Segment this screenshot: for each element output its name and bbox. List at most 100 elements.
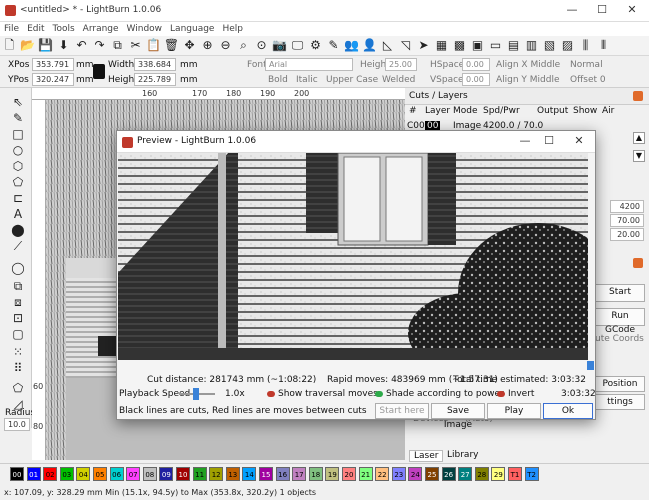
hspace-input[interactable]: 0.00 [462, 58, 490, 71]
pen-icon[interactable]: ✎ [10, 110, 26, 126]
array-icon[interactable]: ⁙ [10, 344, 26, 360]
align-y-select[interactable]: Align Y Middle [496, 75, 560, 85]
height-input[interactable]: 225.789 [134, 73, 176, 86]
palette-swatch[interactable]: 09 [159, 467, 174, 481]
lock-icon[interactable] [93, 64, 105, 79]
ellipse-icon[interactable]: ○ [10, 142, 26, 158]
italic-checkbox[interactable]: Italic [296, 75, 318, 85]
palette-swatch[interactable]: 22 [375, 467, 390, 481]
palette-swatch[interactable]: 12 [209, 467, 224, 481]
position-button[interactable]: Position [595, 376, 645, 392]
ypos-input[interactable]: 320.247 [32, 73, 74, 86]
align-x-select[interactable]: Align X Middle [496, 60, 560, 70]
window-icon[interactable]: ▭ [487, 37, 504, 54]
offset-icon[interactable]: ◯ [10, 260, 26, 276]
grid-fill-icon[interactable]: ▣ [469, 37, 486, 54]
offset-input[interactable]: Offset 0 [570, 75, 606, 85]
palette-swatch[interactable]: 26 [441, 467, 456, 481]
align-icon[interactable]: ⫼ [577, 37, 594, 54]
grid-icon[interactable]: ▦ [433, 37, 450, 54]
palette-swatch[interactable]: 04 [76, 467, 91, 481]
normal-select[interactable]: Normal [570, 60, 603, 70]
select-icon[interactable]: ⇖ [10, 94, 26, 110]
play-button[interactable]: Play [487, 403, 541, 419]
start-here-button[interactable]: Start here [375, 403, 429, 419]
user-icon[interactable]: 👤 [361, 37, 378, 54]
palette-swatch[interactable]: 11 [192, 467, 207, 481]
palette-swatch[interactable]: 10 [176, 467, 190, 481]
layout-alt-icon[interactable]: ▥ [523, 37, 540, 54]
open-folder-icon[interactable]: 📂 [19, 37, 36, 54]
palette-swatch[interactable]: 16 [275, 467, 290, 481]
palette-swatch[interactable]: 29 [491, 467, 506, 481]
frame-icon[interactable]: ⊏ [10, 190, 26, 206]
palette-swatch[interactable]: 03 [59, 467, 74, 481]
zoom-out-icon[interactable]: ⊖ [217, 37, 234, 54]
text-icon[interactable]: A [10, 206, 26, 222]
dialog-close-icon[interactable]: ✕ [567, 134, 591, 150]
tab-laser[interactable]: Laser [409, 450, 444, 462]
palette-swatch[interactable]: 07 [126, 467, 141, 481]
copy-icon[interactable]: ⧉ [109, 37, 126, 54]
zoom-fit-icon[interactable]: ⌕ [235, 37, 252, 54]
playback-slider-handle[interactable] [193, 388, 199, 400]
layout-b-icon[interactable]: ▧ [541, 37, 558, 54]
distribute-icon[interactable]: ⫴ [595, 37, 612, 54]
side-value-speed[interactable]: 4200 [610, 200, 644, 213]
radius-input[interactable]: 10.0 [4, 418, 30, 431]
polygon-icon[interactable]: ⬡ [10, 158, 26, 174]
users-icon[interactable]: 👥 [343, 37, 360, 54]
weld-icon[interactable]: ⧈ [10, 294, 26, 310]
menu-window[interactable]: Window [123, 22, 167, 36]
palette-swatch[interactable]: 27 [458, 467, 473, 481]
palette-swatch[interactable]: 00 [10, 467, 24, 481]
font-select[interactable]: Arial [265, 58, 353, 71]
maximize-icon[interactable]: ☐ [590, 3, 614, 19]
palette-swatch[interactable]: T1 [508, 467, 522, 481]
vspace-input[interactable]: 0.00 [462, 73, 490, 86]
paste-icon[interactable]: 📋 [145, 37, 162, 54]
invert-checkbox[interactable]: Invert [497, 389, 534, 399]
layout-c-icon[interactable]: ▨ [559, 37, 576, 54]
menu-language[interactable]: Language [166, 22, 218, 36]
rectangle-icon[interactable]: □ [10, 126, 26, 142]
redo-icon[interactable]: ↷ [91, 37, 108, 54]
palette-swatch[interactable]: 15 [259, 467, 273, 481]
move-down-icon[interactable]: ▼ [633, 150, 645, 162]
palette-swatch[interactable]: 23 [391, 467, 406, 481]
width-input[interactable]: 338.684 [134, 58, 176, 71]
camera-icon[interactable]: 📷 [271, 37, 288, 54]
palette-swatch[interactable]: 08 [142, 467, 157, 481]
palette-swatch[interactable]: 28 [474, 467, 489, 481]
panel-close-icon[interactable] [633, 91, 643, 101]
palette-swatch[interactable]: 05 [93, 467, 107, 481]
bold-checkbox[interactable]: Bold [268, 75, 288, 85]
preview-scroll-thumb[interactable] [587, 361, 594, 370]
save-image-button[interactable]: Save Image [431, 403, 485, 430]
subtract-icon[interactable]: ▢ [10, 326, 26, 342]
shape-icon[interactable]: ⬠ [10, 174, 26, 190]
boolean-icon[interactable]: ⧉ [10, 278, 26, 294]
layout-icon[interactable]: ▤ [505, 37, 522, 54]
palette-swatch[interactable]: 01 [26, 467, 41, 481]
palette-swatch[interactable]: 18 [308, 467, 323, 481]
trace-icon[interactable]: ✎ [325, 37, 342, 54]
import-icon[interactable]: ⬇ [55, 37, 72, 54]
palette-swatch[interactable]: 02 [43, 467, 58, 481]
triangle-alt-icon[interactable]: ◹ [397, 37, 414, 54]
start-button[interactable]: Start [595, 284, 645, 302]
monitor-icon[interactable]: 🖵 [289, 37, 306, 54]
grid-alt-icon[interactable]: ▩ [451, 37, 468, 54]
menu-help[interactable]: Help [218, 22, 247, 36]
welded-checkbox[interactable]: Welded [382, 75, 415, 85]
intersect-icon[interactable]: ⊡ [10, 310, 26, 326]
palette-swatch[interactable]: 25 [425, 467, 439, 481]
text-height-input[interactable]: 25.00 [385, 58, 417, 71]
palette-swatch[interactable]: 17 [292, 467, 307, 481]
node-icon[interactable]: ⬠ [10, 380, 26, 396]
zoom-page-icon[interactable]: ⊙ [253, 37, 270, 54]
palette-swatch[interactable]: 21 [358, 467, 373, 481]
dialog-maximize-icon[interactable]: ☐ [537, 134, 561, 150]
position-icon[interactable]: ⬤ [10, 222, 26, 238]
menu-tools[interactable]: Tools [49, 22, 79, 36]
